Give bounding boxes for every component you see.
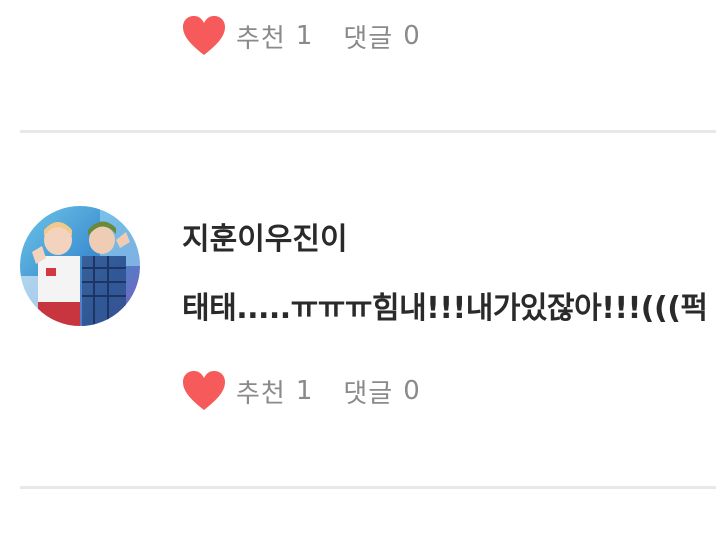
reply-count: 0 <box>403 21 421 51</box>
reply-label: 댓글 <box>343 378 394 409</box>
like-label: 추천 <box>236 23 286 54</box>
like-count: 1 <box>295 21 314 51</box>
heart-icon <box>183 371 225 410</box>
comment-username[interactable]: 지훈이우진이 <box>182 214 348 258</box>
like-button[interactable]: 추천 1 <box>182 15 313 57</box>
comment-stats: 추천 1 댓글 0 <box>182 368 421 414</box>
reply-button[interactable]: 댓글 0 <box>313 373 420 410</box>
comment-divider <box>20 486 716 489</box>
reply-label: 댓글 <box>343 23 394 54</box>
reply-count: 0 <box>403 376 421 406</box>
like-count: 1 <box>295 376 314 406</box>
comment-stats: 추천 1 댓글 0 <box>182 13 421 59</box>
comment-divider <box>20 130 716 133</box>
reply-button[interactable]: 댓글 0 <box>313 18 420 55</box>
like-label: 추천 <box>236 378 286 409</box>
avatar[interactable] <box>20 206 140 326</box>
like-button[interactable]: 추천 1 <box>182 370 313 412</box>
comment-text: 태태.....ㅠㅠㅠ힘내!!!내가있잖아!!!(((퍽 <box>182 291 708 326</box>
user-avatar-photo <box>20 206 140 326</box>
heart-icon <box>183 16 225 55</box>
